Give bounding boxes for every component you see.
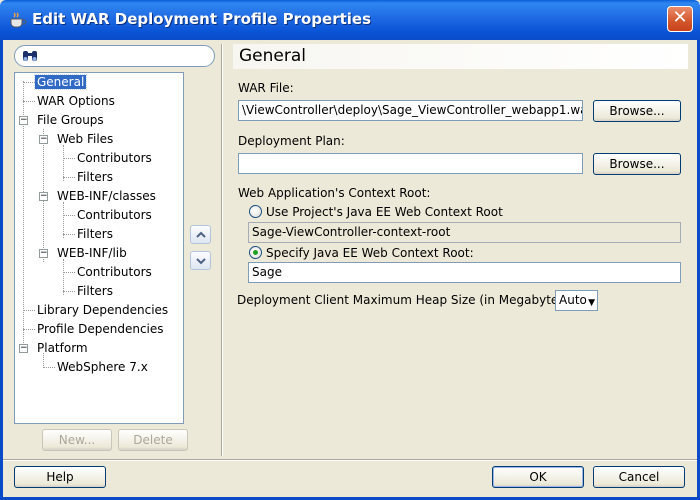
chevron-up-icon — [195, 231, 206, 238]
tree-item-label: Filters — [77, 284, 113, 298]
dropdown-arrow-icon: ▼ — [588, 298, 595, 308]
tree-item-contributors[interactable]: Contributors — [75, 264, 154, 281]
footer-separator — [3, 459, 697, 461]
coffee-cup-icon — [10, 12, 27, 28]
tree-item-web-files[interactable]: Web Files — [55, 131, 115, 148]
tree-item-web-inf-classes[interactable]: WEB-INF/classes — [55, 188, 158, 205]
tree-item-filters[interactable]: Filters — [75, 169, 115, 186]
tree-item-filters[interactable]: Filters — [75, 283, 115, 300]
specify-radio[interactable] — [249, 246, 262, 259]
specify-label[interactable]: Specify Java EE Web Context Root: — [266, 246, 474, 260]
tree-item-label: Profile Dependencies — [37, 322, 164, 336]
help-button[interactable]: Help — [14, 466, 106, 488]
deployment-plan-label: Deployment Plan: — [238, 134, 345, 148]
tree-item-label: Filters — [77, 227, 113, 241]
tree-item-label: Web Files — [57, 132, 114, 146]
section-header: General — [233, 44, 688, 69]
collapse-icon[interactable]: − — [39, 135, 48, 144]
collapse-icon[interactable]: − — [19, 116, 28, 125]
context-root-input[interactable]: Sage — [248, 262, 681, 283]
move-down-button[interactable] — [190, 251, 211, 270]
tree-connector — [23, 310, 35, 311]
tree-item-web-inf-lib[interactable]: WEB-INF/lib — [55, 245, 129, 262]
use-project-label[interactable]: Use Project's Java EE Web Context Root — [266, 205, 503, 219]
heap-size-label: Deployment Client Maximum Heap Size (in … — [237, 293, 574, 307]
ok-button[interactable]: OK — [492, 466, 584, 488]
title-bar: Edit WAR Deployment Profile Properties ✕ — [0, 0, 700, 40]
tree-item-label: Filters — [77, 170, 113, 184]
tree-connector — [63, 234, 75, 235]
collapse-icon[interactable]: − — [39, 249, 48, 258]
search-input[interactable] — [14, 45, 215, 67]
browse-plan-button[interactable]: Browse... — [593, 153, 681, 175]
tree-item-contributors[interactable]: Contributors — [75, 150, 154, 167]
navigation-tree[interactable]: − − − − − General WAR Options File Group… — [14, 72, 184, 424]
delete-button[interactable]: Delete — [118, 429, 188, 451]
project-context-root-field: Sage-ViewController-context-root — [248, 222, 681, 243]
tree-connector — [23, 82, 35, 83]
tree-connector — [63, 259, 64, 295]
move-up-button[interactable] — [190, 225, 211, 244]
tree-connector — [63, 215, 75, 216]
close-icon: ✕ — [672, 7, 688, 28]
tree-item-label: Contributors — [77, 208, 152, 222]
tree-item-general[interactable]: General — [33, 74, 88, 91]
window-title: Edit WAR Deployment Profile Properties — [32, 10, 372, 28]
tree-item-file-groups[interactable]: File Groups — [35, 112, 106, 129]
tree-item-label: Contributors — [77, 151, 152, 165]
chevron-down-icon — [195, 258, 206, 265]
tree-item-label: File Groups — [37, 113, 104, 127]
tree-item-label: WebSphere 7.x — [57, 360, 148, 374]
tree-item-label: Platform — [37, 341, 88, 355]
tree-connector — [63, 158, 75, 159]
tree-item-profile-dependencies[interactable]: Profile Dependencies — [35, 321, 166, 338]
heap-size-value: Auto — [559, 293, 587, 307]
tree-item-websphere[interactable]: WebSphere 7.x — [55, 359, 150, 376]
panel-divider[interactable] — [221, 44, 223, 456]
tree-item-contributors[interactable]: Contributors — [75, 207, 154, 224]
tree-item-label: Contributors — [77, 265, 152, 279]
tree-item-platform[interactable]: Platform — [35, 340, 90, 357]
cancel-button[interactable]: Cancel — [593, 466, 685, 488]
collapse-icon[interactable]: − — [19, 344, 28, 353]
binoculars-icon — [23, 51, 37, 61]
tree-connector — [23, 329, 35, 330]
tree-item-label: WEB-INF/lib — [57, 246, 127, 260]
new-button[interactable]: New... — [42, 429, 112, 451]
tree-connector — [63, 272, 75, 273]
tree-item-war-options[interactable]: WAR Options — [35, 93, 117, 110]
tree-connector — [63, 202, 64, 238]
close-button[interactable]: ✕ — [667, 6, 693, 32]
tree-item-library-dependencies[interactable]: Library Dependencies — [35, 302, 170, 319]
tree-item-label: WAR Options — [37, 94, 115, 108]
tree-connector — [63, 177, 75, 178]
collapse-icon[interactable]: − — [39, 192, 48, 201]
war-file-label: WAR File: — [238, 81, 294, 95]
tree-connector — [43, 367, 55, 368]
context-root-label: Web Application's Context Root: — [238, 186, 431, 200]
tree-connector — [63, 145, 64, 181]
tree-item-label: General — [33, 74, 88, 90]
tree-item-label: Library Dependencies — [37, 303, 169, 317]
use-project-radio[interactable] — [249, 205, 262, 218]
deployment-plan-input[interactable] — [238, 153, 583, 174]
heap-size-select[interactable]: Auto ▼ — [555, 290, 598, 311]
tree-item-label: WEB-INF/classes — [57, 189, 156, 203]
tree-connector — [23, 101, 35, 102]
tree-item-filters[interactable]: Filters — [75, 226, 115, 243]
war-file-input[interactable]: \ViewController\deploy\Sage_ViewControll… — [238, 100, 583, 121]
tree-connector — [63, 291, 75, 292]
browse-war-button[interactable]: Browse... — [593, 100, 681, 122]
